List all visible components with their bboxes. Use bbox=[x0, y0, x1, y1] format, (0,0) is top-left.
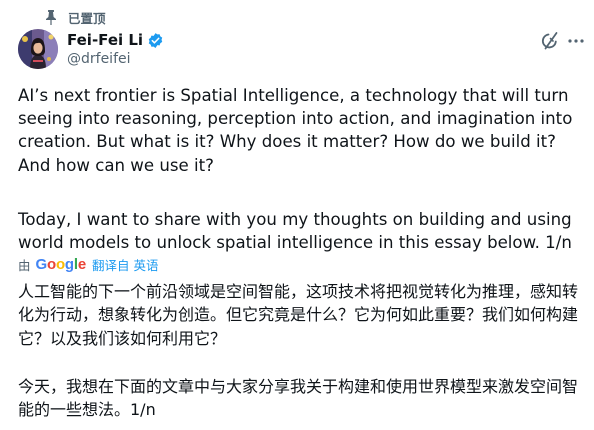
tweet-text-paragraph-2: Today, I want to share with you my thoug… bbox=[18, 210, 572, 253]
avatar[interactable] bbox=[18, 29, 58, 69]
author-display-name[interactable]: Fei-Fei Li bbox=[67, 31, 143, 49]
translated-paragraph-1: 人工智能的下一个前沿领域是空间智能，这项技术将把视觉转化为推理，感知转化为行动，… bbox=[18, 282, 579, 348]
pin-icon bbox=[44, 9, 58, 25]
pinned-indicator: 已置顶 bbox=[44, 8, 106, 26]
translated-paragraph-2: 今天，我想在下面的文章中与大家分享我关于构建和使用世界模型来激发空间智能的一些想… bbox=[18, 377, 579, 420]
google-logo: Google bbox=[35, 255, 87, 273]
pinned-label: 已置顶 bbox=[68, 10, 106, 26]
translation-attribution: 由 Google 翻译自 英语 bbox=[18, 254, 159, 274]
author-name-row[interactable]: Fei-Fei Li bbox=[67, 31, 164, 49]
more-horizontal-icon[interactable] bbox=[566, 31, 586, 51]
author-handle[interactable]: @drfeifei bbox=[67, 51, 131, 67]
grok-icon[interactable] bbox=[540, 31, 560, 51]
translated-from-english-link[interactable]: 翻译自 英语 bbox=[92, 255, 158, 274]
tweet-text-paragraph-1: AI’s next frontier is Spatial Intelligen… bbox=[18, 86, 573, 175]
translated-by-label: 由 bbox=[18, 257, 31, 273]
verified-badge-icon bbox=[147, 32, 164, 49]
